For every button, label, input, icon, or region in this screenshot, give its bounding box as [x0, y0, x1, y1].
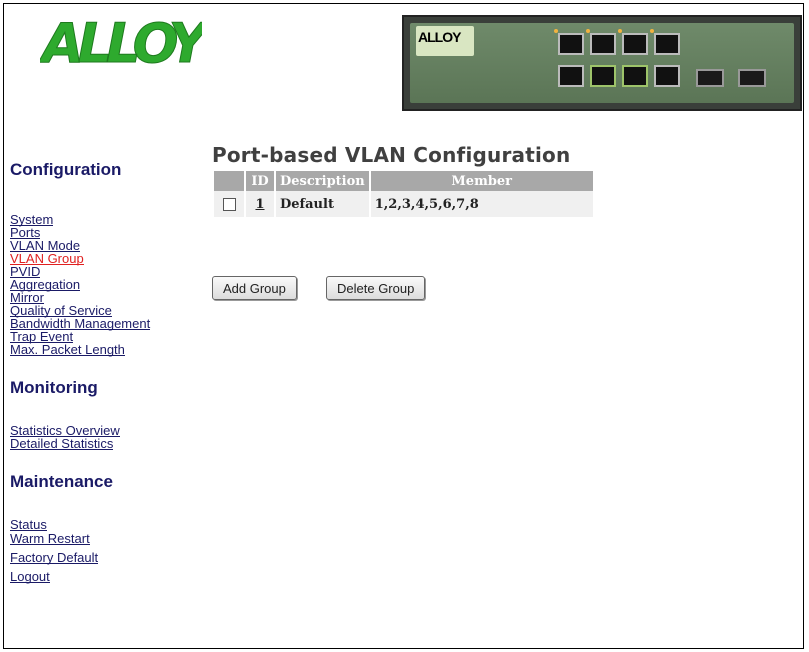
page-title: Port-based VLAN Configuration	[212, 143, 571, 167]
switch-brand-label: ALLOY	[418, 29, 461, 45]
col-description-header: Description	[276, 171, 369, 191]
row-member: 1,2,3,4,5,6,7,8	[370, 191, 593, 217]
col-member-header: Member	[370, 171, 593, 191]
config-section: Configuration System Ports VLAN Mode VLA…	[10, 160, 200, 356]
row-id-link[interactable]: 1	[255, 197, 264, 212]
vlan-table: ID Description Member 1 Default 1,2,3,4,…	[212, 171, 595, 217]
col-select-header	[214, 171, 244, 191]
alloy-logo: ALLOY	[40, 10, 202, 76]
nav-max-packet[interactable]: Max. Packet Length	[10, 343, 125, 356]
switch-device-image: ALLOY	[402, 15, 802, 111]
nav-logout[interactable]: Logout	[10, 570, 50, 583]
nav-status[interactable]: Status	[10, 518, 47, 531]
nav-factory-default[interactable]: Factory Default	[10, 551, 99, 564]
row-select-checkbox[interactable]	[222, 197, 236, 211]
nav-detailed-statistics[interactable]: Detailed Statistics	[10, 437, 114, 450]
row-checkbox-cell	[214, 191, 244, 217]
maintenance-title: Maintenance	[10, 472, 113, 491]
monitoring-section: Monitoring Statistics Overview Detailed …	[10, 378, 200, 450]
table-header-row: ID Description Member	[214, 171, 593, 191]
delete-group-button[interactable]: Delete Group	[326, 276, 426, 300]
table-row: 1 Default 1,2,3,4,5,6,7,8	[214, 191, 593, 217]
row-id-cell: 1	[246, 191, 274, 217]
nav-warm-restart[interactable]: Warm Restart	[10, 532, 90, 545]
add-group-button[interactable]: Add Group	[212, 276, 297, 300]
maintenance-section: Maintenance Status Warm Restart Factory …	[10, 472, 200, 583]
row-description: Default	[276, 191, 369, 217]
monitoring-title: Monitoring	[10, 378, 98, 397]
sidebar: Configuration System Ports VLAN Mode VLA…	[10, 160, 200, 583]
svg-text:ALLOY: ALLOY	[40, 12, 202, 75]
config-title: Configuration	[10, 160, 122, 179]
col-id-header: ID	[246, 171, 274, 191]
